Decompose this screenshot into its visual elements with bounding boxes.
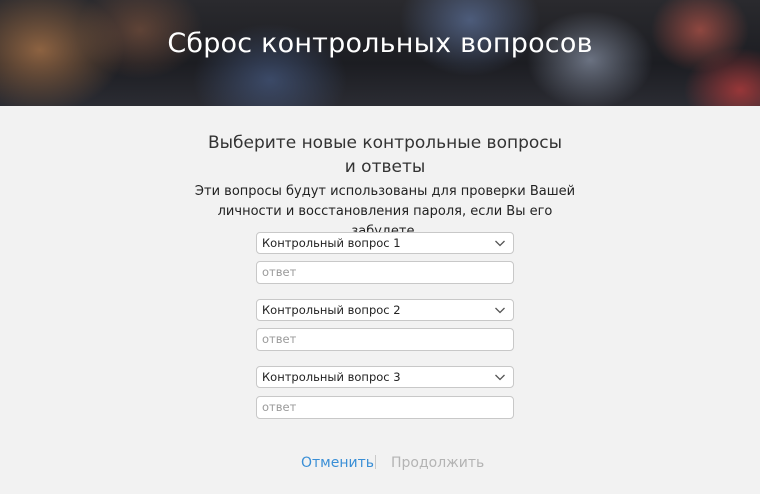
page-title: Сброс контрольных вопросов [167, 28, 593, 59]
security-question-1-value: Контрольный вопрос 1 [262, 236, 401, 250]
security-question-3-select[interactable]: Контрольный вопрос 3 [256, 366, 514, 388]
security-question-3-value: Контрольный вопрос 3 [262, 370, 401, 384]
chevron-down-icon [495, 307, 505, 314]
section-heading: Выберите новые контрольные вопросы и отв… [207, 133, 563, 177]
security-question-2-select[interactable]: Контрольный вопрос 2 [256, 299, 514, 321]
security-answer-2-placeholder: ответ [262, 332, 297, 346]
security-question-2-value: Контрольный вопрос 2 [262, 303, 401, 317]
main-content: Выберите новые контрольные вопросы и отв… [0, 106, 760, 494]
chevron-down-icon [495, 374, 505, 381]
security-answer-3-placeholder: ответ [262, 400, 297, 414]
security-question-1-select[interactable]: Контрольный вопрос 1 [256, 232, 514, 254]
form-actions: Отменить Продолжить [0, 452, 760, 476]
actions-divider [375, 455, 376, 469]
header-banner: Сброс контрольных вопросов [0, 0, 760, 106]
security-answer-1-placeholder: ответ [262, 265, 297, 279]
chevron-down-icon [495, 240, 505, 247]
security-answer-3-input[interactable]: ответ [256, 396, 514, 419]
security-answer-1-input[interactable]: ответ [256, 261, 514, 284]
cancel-button[interactable]: Отменить [301, 455, 374, 471]
security-answer-2-input[interactable]: ответ [256, 328, 514, 351]
continue-button[interactable]: Продолжить [391, 455, 484, 471]
